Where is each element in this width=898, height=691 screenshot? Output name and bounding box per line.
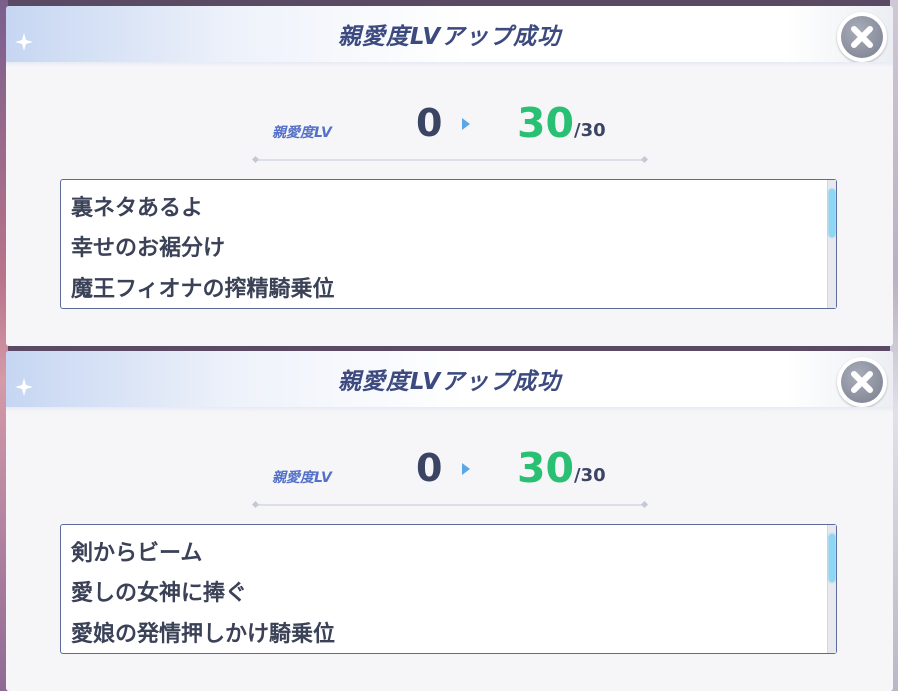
lv-row: 親愛度LV 0 30 /30	[6, 443, 893, 493]
lv-from-value: 0	[416, 101, 443, 145]
dialog-header: 親愛度LVアップ成功	[6, 351, 893, 408]
list-item: 愛しの女神に捧ぐ	[71, 581, 248, 606]
dialog-lv-up-2: 親愛度LVアップ成功 親愛度LV 0 30 /30 剣からビーム 愛しの女神に捧…	[6, 351, 893, 691]
close-icon	[851, 26, 873, 48]
list-item: 魔王フィオナの搾精騎乗位	[71, 277, 335, 302]
list-item: 裏ネタあるよ	[71, 196, 204, 221]
dialog-lv-up-1: 親愛度LVアップ成功 親愛度LV 0 30 /30 裏ネタあるよ 幸せのお裾分け…	[6, 6, 893, 346]
lv-to-value: 30	[517, 444, 575, 492]
divider	[256, 504, 644, 506]
dialog-title: 親愛度LVアップ成功	[337, 24, 562, 50]
lv-max-value: /30	[574, 465, 606, 486]
unlocked-list[interactable]: 剣からビーム 愛しの女神に捧ぐ 愛娘の発情押しかけ騎乗位	[60, 524, 837, 654]
divider	[256, 159, 644, 161]
header-underline	[6, 407, 893, 412]
close-button[interactable]	[837, 357, 887, 407]
lv-max-value: /30	[574, 120, 606, 141]
arrow-right-icon	[462, 118, 470, 130]
scrollbar[interactable]	[827, 180, 836, 308]
lv-label: 親愛度LV	[272, 470, 332, 486]
close-button[interactable]	[837, 12, 887, 62]
unlocked-list[interactable]: 裏ネタあるよ 幸せのお裾分け 魔王フィオナの搾精騎乗位	[60, 179, 837, 309]
list-item: 幸せのお裾分け	[71, 236, 226, 261]
scrollbar[interactable]	[827, 525, 836, 653]
dialog-title: 親愛度LVアップ成功	[337, 369, 562, 395]
scroll-thumb[interactable]	[829, 534, 835, 582]
lv-label: 親愛度LV	[272, 125, 332, 141]
lv-from-value: 0	[416, 446, 443, 490]
list-item: 愛娘の発情押しかけ騎乗位	[71, 622, 336, 647]
header-underline	[6, 62, 893, 67]
lv-to-value: 30	[517, 99, 575, 147]
lv-row: 親愛度LV 0 30 /30	[6, 98, 893, 148]
arrow-right-icon	[462, 463, 470, 475]
dialog-header: 親愛度LVアップ成功	[6, 6, 893, 63]
close-icon	[851, 371, 873, 393]
scroll-thumb[interactable]	[829, 189, 835, 237]
list-item: 剣からビーム	[71, 541, 203, 566]
